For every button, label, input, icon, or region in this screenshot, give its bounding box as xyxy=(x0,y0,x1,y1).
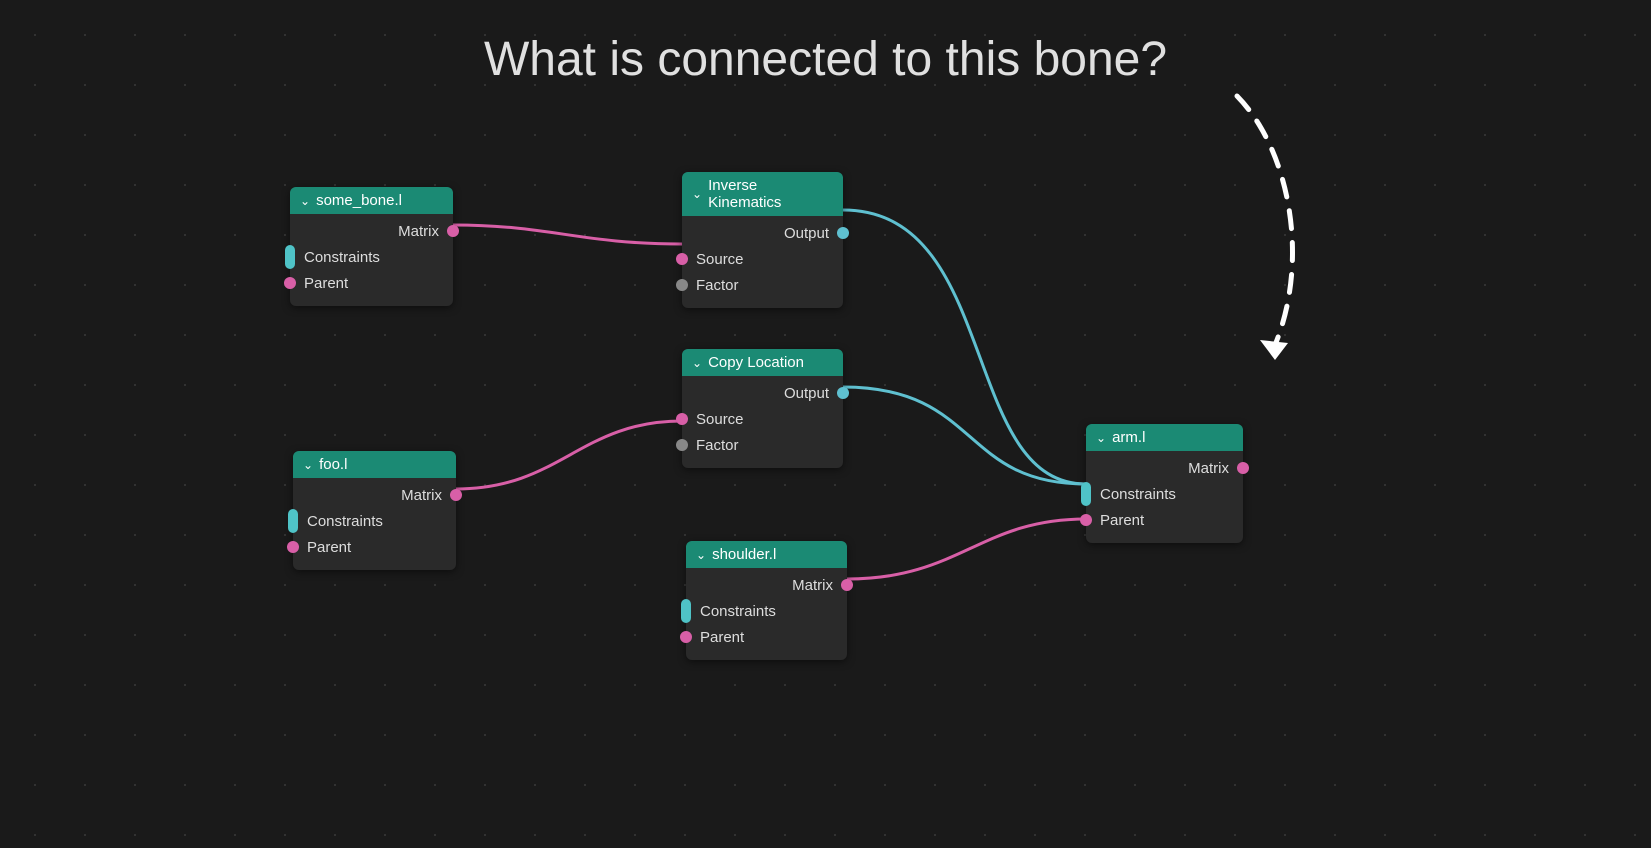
node-body: Matrix Constraints Parent xyxy=(293,478,456,570)
socket-out-output[interactable] xyxy=(837,387,849,399)
port-matrix[interactable]: Matrix xyxy=(1086,455,1243,481)
port-label: Parent xyxy=(1100,512,1144,529)
port-parent[interactable]: Parent xyxy=(1086,507,1243,533)
port-label: Output xyxy=(784,225,829,242)
node-header[interactable]: ⌄ foo.l xyxy=(293,451,456,478)
node-header[interactable]: ⌄ shoulder.l xyxy=(686,541,847,568)
port-factor[interactable]: Factor xyxy=(682,432,843,458)
node-header[interactable]: ⌄ Copy Location xyxy=(682,349,843,376)
socket-in-parent[interactable] xyxy=(1080,514,1092,526)
socket-out-matrix[interactable] xyxy=(841,579,853,591)
node-body: Output Source Factor xyxy=(682,216,843,308)
node-arm[interactable]: ⌄ arm.l Matrix Constraints Parent xyxy=(1086,424,1243,543)
chevron-down-icon: ⌄ xyxy=(300,194,310,208)
chevron-down-icon: ⌄ xyxy=(692,187,702,201)
socket-in-factor[interactable] xyxy=(676,439,688,451)
port-label: Parent xyxy=(307,539,351,556)
node-title: shoulder.l xyxy=(712,546,776,563)
node-body: Matrix Constraints Parent xyxy=(1086,451,1243,543)
port-parent[interactable]: Parent xyxy=(686,624,847,650)
chevron-down-icon: ⌄ xyxy=(303,458,313,472)
socket-in-parent[interactable] xyxy=(680,631,692,643)
node-title: Inverse Kinematics xyxy=(708,177,833,211)
socket-in-parent[interactable] xyxy=(284,277,296,289)
port-label: Parent xyxy=(304,275,348,292)
port-source[interactable]: Source xyxy=(682,246,843,272)
socket-out-matrix[interactable] xyxy=(447,225,459,237)
node-header[interactable]: ⌄ Inverse Kinematics xyxy=(682,172,843,216)
port-label: Factor xyxy=(696,277,739,294)
port-factor[interactable]: Factor xyxy=(682,272,843,298)
node-foo[interactable]: ⌄ foo.l Matrix Constraints Parent xyxy=(293,451,456,570)
port-label: Source xyxy=(696,411,744,428)
port-matrix[interactable]: Matrix xyxy=(686,572,847,598)
socket-in-constraints[interactable] xyxy=(288,509,298,533)
port-label: Matrix xyxy=(398,223,439,240)
port-label: Source xyxy=(696,251,744,268)
port-label: Matrix xyxy=(401,487,442,504)
socket-out-matrix[interactable] xyxy=(1237,462,1249,474)
node-body: Output Source Factor xyxy=(682,376,843,468)
node-header[interactable]: ⌄ some_bone.l xyxy=(290,187,453,214)
chevron-down-icon: ⌄ xyxy=(1096,431,1106,445)
port-label: Output xyxy=(784,385,829,402)
edge-ik-to-arm-constraints xyxy=(843,210,1086,484)
node-copy-location[interactable]: ⌄ Copy Location Output Source Factor xyxy=(682,349,843,468)
edge-copyloc-to-arm-constraints xyxy=(843,387,1086,484)
annotation-arrow xyxy=(1237,96,1292,345)
node-inverse-kinematics[interactable]: ⌄ Inverse Kinematics Output Source Facto… xyxy=(682,172,843,308)
port-parent[interactable]: Parent xyxy=(293,534,456,560)
edge-shoulder-to-arm-parent xyxy=(847,519,1086,579)
port-label: Parent xyxy=(700,629,744,646)
node-some-bone[interactable]: ⌄ some_bone.l Matrix Constraints Parent xyxy=(290,187,453,306)
port-parent[interactable]: Parent xyxy=(290,270,453,296)
socket-in-source[interactable] xyxy=(676,253,688,265)
socket-in-constraints[interactable] xyxy=(285,245,295,269)
port-label: Matrix xyxy=(1188,460,1229,477)
port-label: Constraints xyxy=(304,249,380,266)
socket-in-factor[interactable] xyxy=(676,279,688,291)
node-title: Copy Location xyxy=(708,354,804,371)
edge-foo-to-copyloc xyxy=(456,421,682,489)
socket-in-constraints[interactable] xyxy=(1081,482,1091,506)
node-title: some_bone.l xyxy=(316,192,402,209)
port-constraints[interactable]: Constraints xyxy=(686,598,847,624)
port-matrix[interactable]: Matrix xyxy=(293,482,456,508)
node-header[interactable]: ⌄ arm.l xyxy=(1086,424,1243,451)
port-constraints[interactable]: Constraints xyxy=(293,508,456,534)
port-constraints[interactable]: Constraints xyxy=(1086,481,1243,507)
node-body: Matrix Constraints Parent xyxy=(686,568,847,660)
port-label: Constraints xyxy=(700,603,776,620)
socket-in-constraints[interactable] xyxy=(681,599,691,623)
port-output[interactable]: Output xyxy=(682,220,843,246)
port-label: Constraints xyxy=(307,513,383,530)
port-constraints[interactable]: Constraints xyxy=(290,244,453,270)
edge-somebone-to-ik xyxy=(453,225,682,244)
port-label: Constraints xyxy=(1100,486,1176,503)
socket-in-parent[interactable] xyxy=(287,541,299,553)
port-label: Factor xyxy=(696,437,739,454)
port-source[interactable]: Source xyxy=(682,406,843,432)
node-body: Matrix Constraints Parent xyxy=(290,214,453,306)
annotation-arrow-head xyxy=(1260,340,1288,360)
chevron-down-icon: ⌄ xyxy=(696,548,706,562)
socket-in-source[interactable] xyxy=(676,413,688,425)
port-output[interactable]: Output xyxy=(682,380,843,406)
socket-out-output[interactable] xyxy=(837,227,849,239)
chevron-down-icon: ⌄ xyxy=(692,356,702,370)
socket-out-matrix[interactable] xyxy=(450,489,462,501)
port-label: Matrix xyxy=(792,577,833,594)
node-title: foo.l xyxy=(319,456,347,473)
port-matrix[interactable]: Matrix xyxy=(290,218,453,244)
node-title: arm.l xyxy=(1112,429,1145,446)
page-title: What is connected to this bone? xyxy=(484,32,1167,87)
node-shoulder[interactable]: ⌄ shoulder.l Matrix Constraints Parent xyxy=(686,541,847,660)
